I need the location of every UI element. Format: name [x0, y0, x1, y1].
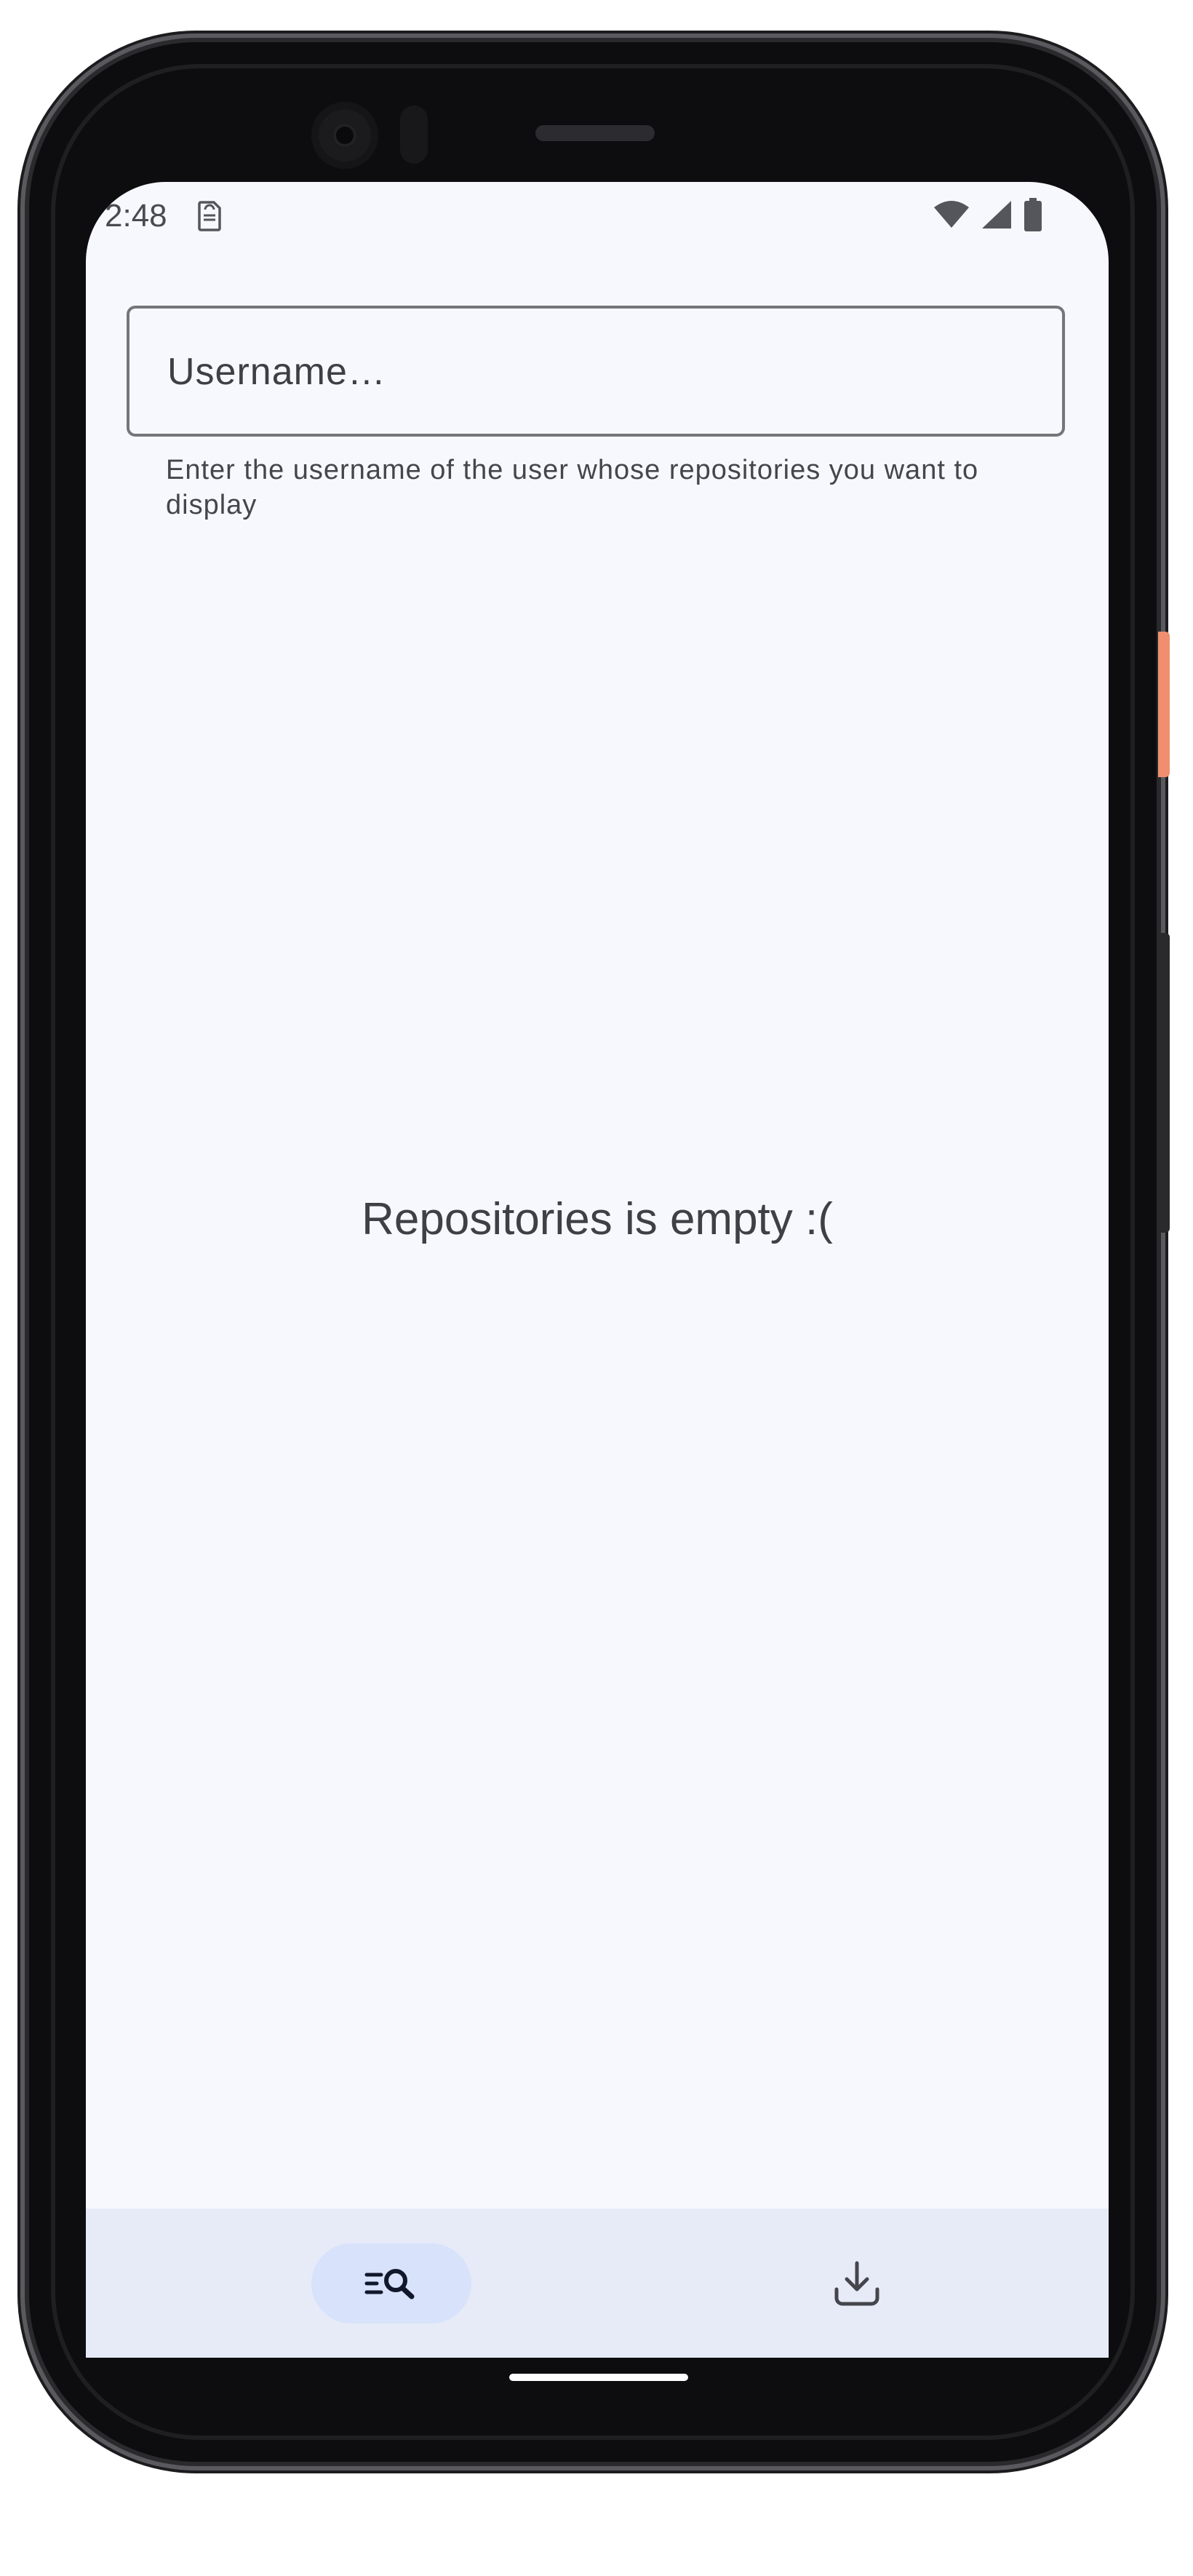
username-field[interactable]	[127, 306, 1065, 437]
sim-card-alert-icon	[198, 201, 221, 231]
nav-selected-indicator[interactable]	[311, 2243, 471, 2323]
front-camera-icon	[311, 102, 378, 169]
battery-icon	[1024, 198, 1042, 231]
app-screen: 2:48 Enter the username of the user whos…	[86, 182, 1109, 2358]
nav-item-search[interactable]	[311, 2209, 471, 2358]
status-icons	[933, 198, 1043, 231]
empty-state-message: Repositories is empty :(	[362, 1194, 833, 1244]
cellular-signal-icon	[982, 201, 1011, 228]
gesture-navigation-bar[interactable]	[509, 2374, 688, 2381]
status-time: 2:48	[105, 198, 167, 234]
earpiece-speaker	[535, 125, 655, 141]
nav-item-download[interactable]	[777, 2209, 937, 2358]
search-list-icon	[364, 2268, 415, 2299]
proximity-sensor	[400, 106, 428, 164]
bottom-navigation	[86, 2209, 1109, 2358]
download-icon	[834, 2261, 879, 2305]
volume-button	[1158, 933, 1170, 1233]
nav-download-target[interactable]	[777, 2243, 937, 2323]
username-input[interactable]	[166, 309, 1027, 435]
camera-lens	[333, 124, 356, 147]
status-bar: 2:48	[86, 182, 1109, 247]
username-helper-text: Enter the username of the user whose rep…	[166, 455, 979, 520]
power-button	[1158, 632, 1170, 777]
wifi-icon	[934, 201, 969, 228]
